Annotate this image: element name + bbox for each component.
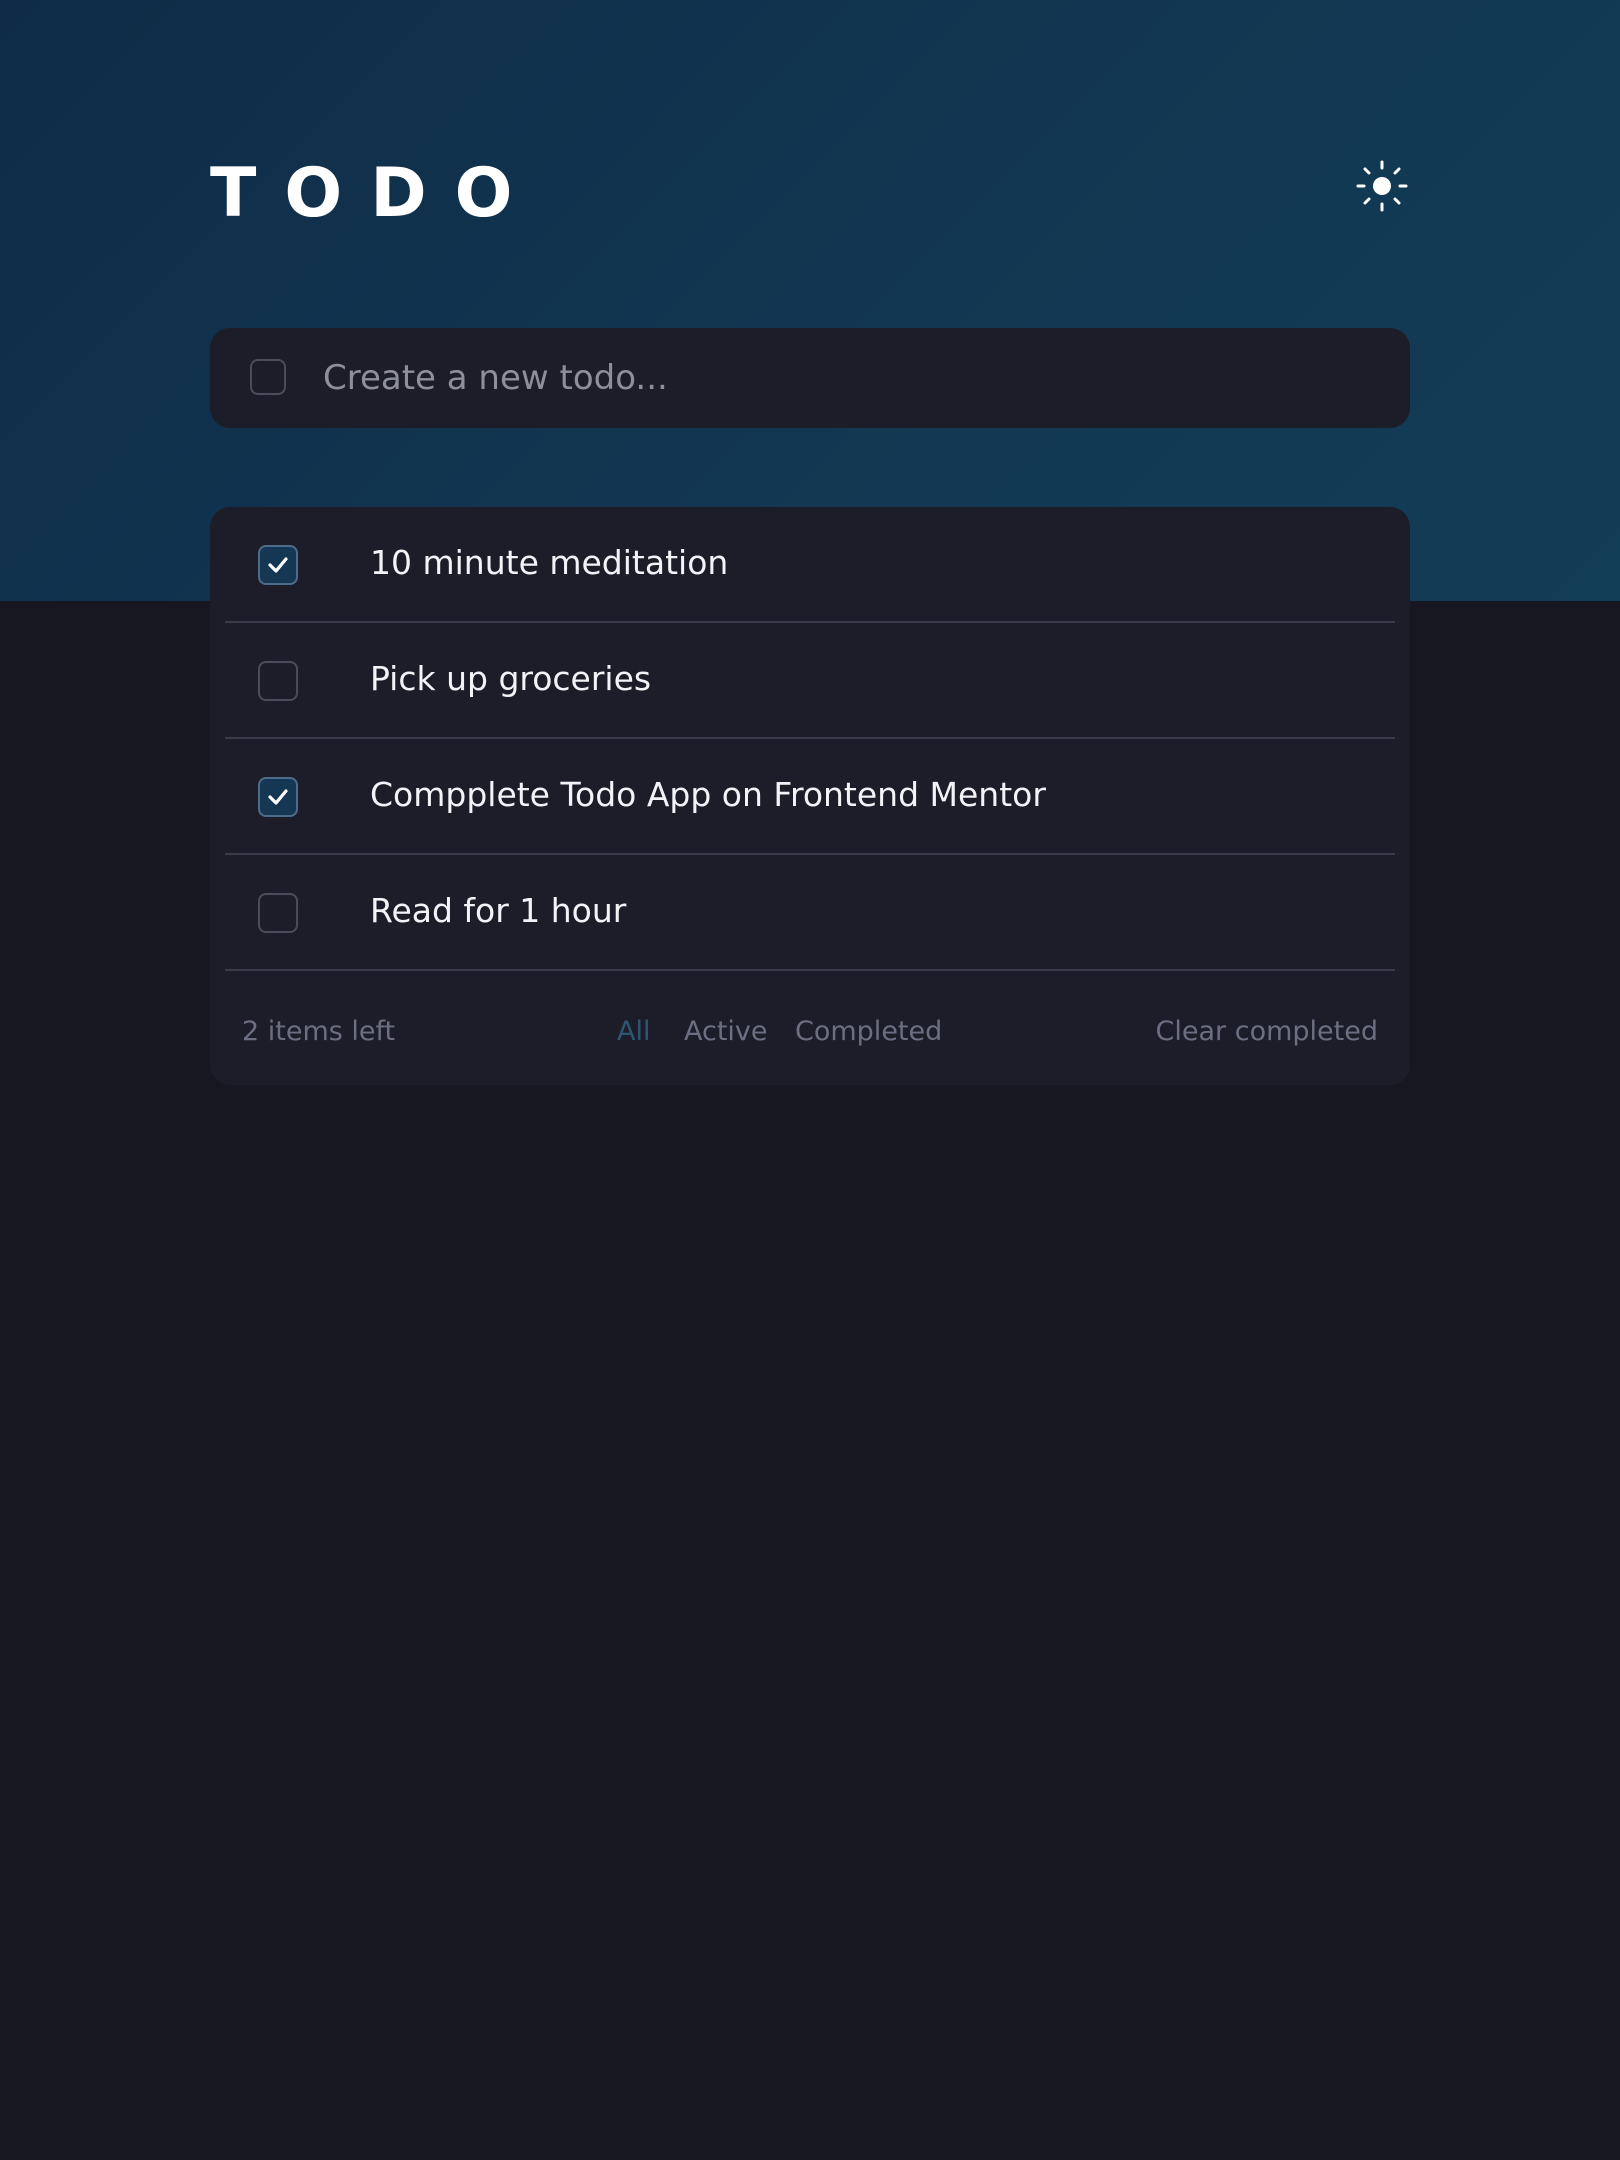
theme-toggle-button[interactable] — [1356, 160, 1408, 212]
sun-icon — [1356, 160, 1408, 212]
filter-active[interactable]: Active — [684, 1016, 768, 1048]
new-todo-input[interactable] — [323, 350, 1363, 406]
todo-item[interactable]: Pick up groceries — [225, 623, 1395, 739]
app-title: TODO — [210, 154, 541, 233]
todo-checkbox[interactable] — [258, 893, 298, 933]
todo-text: Pick up groceries — [370, 659, 652, 698]
todo-checkbox[interactable] — [258, 545, 298, 585]
new-todo-checkbox[interactable] — [250, 359, 286, 395]
todo-item[interactable]: Read for 1 hour — [225, 855, 1395, 971]
items-left-count: 2 items left — [242, 1016, 396, 1047]
todo-item[interactable]: 10 minute meditation — [225, 507, 1395, 623]
todo-checkbox[interactable] — [258, 777, 298, 817]
todo-text: Read for 1 hour — [370, 891, 627, 930]
todo-list: 10 minute meditation Pick up groceries C… — [210, 507, 1410, 1085]
filter-completed[interactable]: Completed — [795, 1016, 942, 1048]
todo-footer: 2 items left All Active Completed Clear … — [210, 978, 1410, 1085]
filter-all[interactable]: All — [617, 1016, 650, 1048]
todo-checkbox[interactable] — [258, 661, 298, 701]
clear-completed-button[interactable]: Clear completed — [1156, 1016, 1378, 1048]
todo-text: 10 minute meditation — [370, 543, 729, 582]
checkmark-icon — [268, 557, 288, 573]
todo-item[interactable]: Compplete Todo App on Frontend Mentor — [225, 739, 1395, 855]
checkmark-icon — [268, 789, 288, 805]
todo-text: Compplete Todo App on Frontend Mentor — [370, 775, 1046, 814]
new-todo-bar — [210, 328, 1410, 428]
